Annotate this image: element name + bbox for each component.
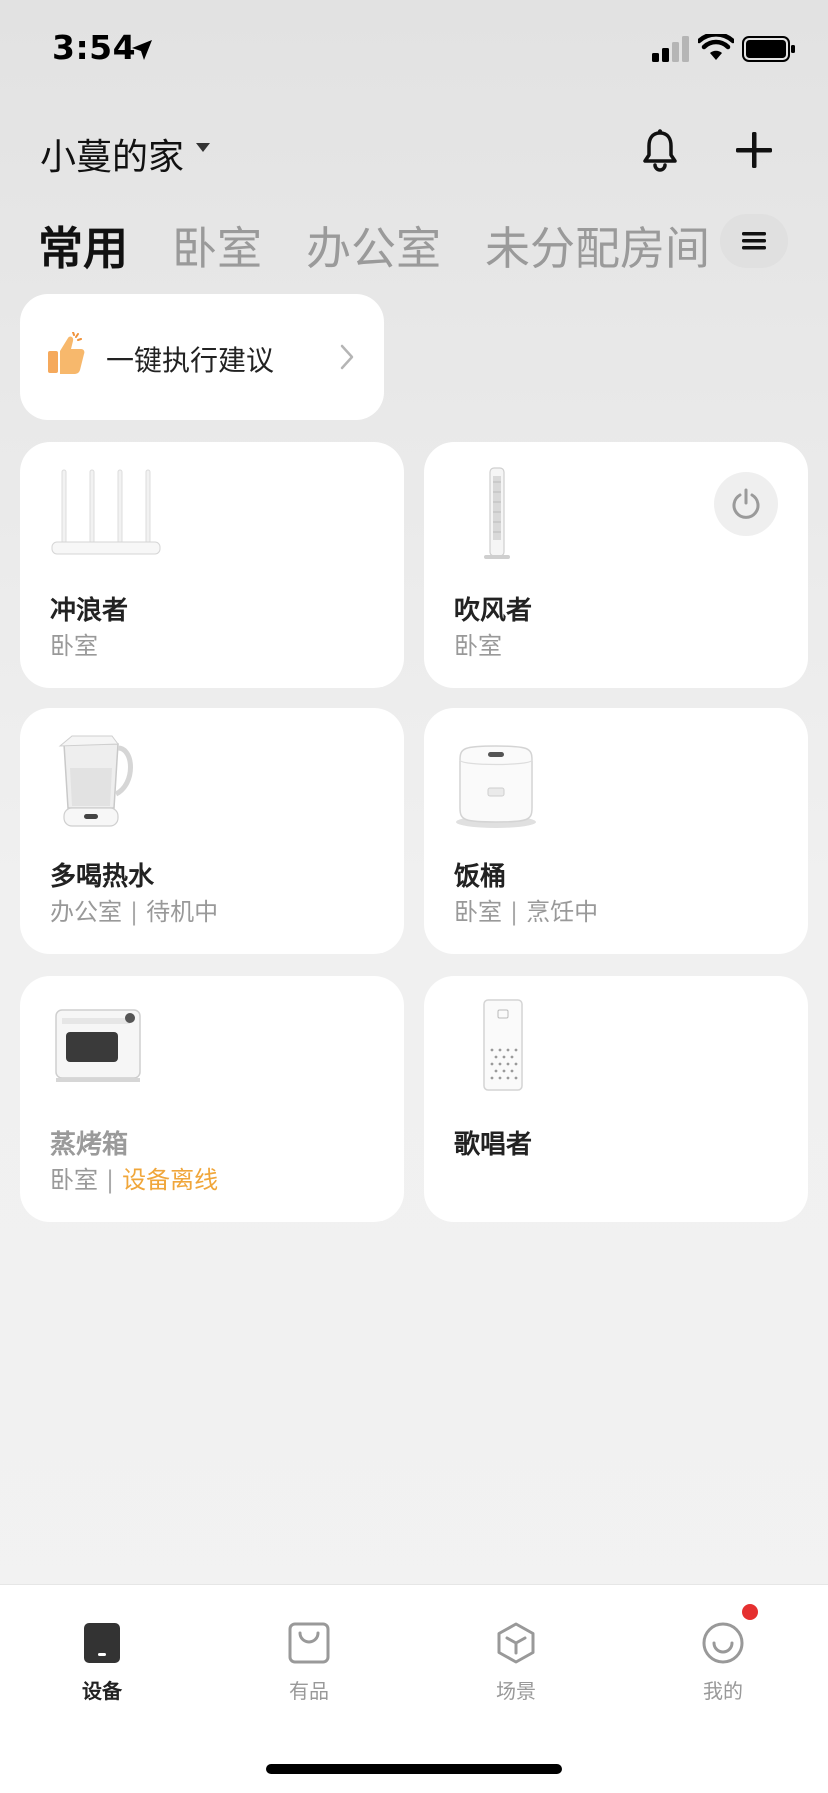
room-label: 卧室: [50, 632, 98, 660]
notification-badge-dot: [742, 1604, 758, 1620]
kettle-icon: [58, 735, 133, 827]
thumbs-up-icon: [48, 332, 85, 374]
separator: |: [130, 898, 139, 926]
dropdown-triangle-icon[interactable]: [196, 143, 210, 153]
device-card-speaker[interactable]: 歌唱者: [424, 976, 808, 1222]
cube-icon: [497, 1622, 535, 1664]
device-status-line: 卧室 | 烹饪中: [454, 892, 598, 927]
nav-devices[interactable]: 设备: [42, 1621, 162, 1704]
cellular-signal-icon: [652, 36, 689, 62]
smiley-icon: [702, 1622, 744, 1664]
power-icon: [732, 488, 760, 519]
suggestion-label: 一键执行建议: [106, 344, 275, 377]
device-name: 饭桶: [454, 862, 507, 892]
device-name: 吹风者: [454, 596, 533, 626]
room-tabs: 常用 卧室 办公室 未分配房间: [38, 212, 754, 277]
offline-status-label: 设备离线: [122, 1166, 219, 1194]
device-card-kettle[interactable]: 多喝热水 办公室 | 待机中: [20, 708, 404, 954]
device-name: 蒸烤箱: [50, 1130, 129, 1160]
status-label: 待机中: [146, 898, 219, 926]
location-arrow-icon: [132, 40, 152, 60]
device-name: 歌唱者: [454, 1130, 533, 1160]
device-name: 多喝热水: [50, 862, 155, 892]
device-status-line: 办公室 | 待机中: [50, 892, 218, 927]
device-card-fan[interactable]: 吹风者 卧室: [424, 442, 808, 688]
tab-common[interactable]: 常用: [38, 212, 128, 277]
rice-cooker-icon: [456, 745, 536, 828]
device-status-line: 卧室 | 设备离线: [50, 1160, 218, 1195]
shopping-bag-icon: [288, 1622, 330, 1664]
device-room: 卧室: [454, 626, 502, 661]
separator: |: [510, 898, 519, 926]
device-room: 卧室: [50, 626, 98, 661]
nav-label: 设备: [82, 1679, 122, 1703]
nav-youpin[interactable]: 有品: [249, 1621, 369, 1704]
device-card-steam-oven[interactable]: 蒸烤箱 卧室 | 设备离线: [20, 976, 404, 1222]
smart-speaker-icon: [483, 999, 523, 1091]
status-label: 烹饪中: [526, 898, 599, 926]
power-button[interactable]: [714, 472, 778, 536]
tower-fan-icon: [484, 467, 510, 559]
nav-label: 场景: [496, 1679, 536, 1703]
menu-icon: [742, 232, 766, 250]
battery-icon: [742, 36, 795, 62]
device-tab-icon: [84, 1623, 120, 1663]
nav-label: 有品: [289, 1679, 329, 1703]
separator: |: [106, 1166, 115, 1194]
room-label: 卧室: [454, 632, 502, 660]
tab-office[interactable]: 办公室: [306, 212, 441, 277]
nav-scenes[interactable]: 场景: [456, 1621, 576, 1704]
add-device-icon[interactable]: [734, 130, 774, 170]
nav-profile[interactable]: 我的: [663, 1621, 783, 1704]
bottom-tab-bar: 设备 有品 场景 我的: [0, 1584, 828, 1793]
nav-label: 我的: [703, 1679, 743, 1703]
room-label: 卧室: [454, 898, 502, 926]
tab-bedroom[interactable]: 卧室: [172, 212, 262, 277]
room-label: 办公室: [50, 898, 122, 926]
room-menu-button[interactable]: [720, 214, 788, 268]
device-name: 冲浪者: [50, 596, 129, 626]
steam-oven-icon: [55, 1009, 141, 1082]
home-selector[interactable]: 小蔓的家: [40, 128, 184, 180]
suggestion-card[interactable]: 一键执行建议: [20, 294, 384, 420]
device-card-router[interactable]: 冲浪者 卧室: [20, 442, 404, 688]
router-icon: [51, 469, 161, 555]
status-time: 3:54: [52, 28, 137, 67]
home-indicator[interactable]: [266, 1764, 562, 1774]
notification-bell-icon[interactable]: [640, 128, 680, 172]
room-label: 卧室: [50, 1166, 98, 1194]
tab-unassigned[interactable]: 未分配房间: [485, 212, 710, 277]
device-card-rice-cooker[interactable]: 饭桶 卧室 | 烹饪中: [424, 708, 808, 954]
chevron-right-icon: [340, 344, 354, 370]
wifi-icon: [698, 34, 734, 60]
